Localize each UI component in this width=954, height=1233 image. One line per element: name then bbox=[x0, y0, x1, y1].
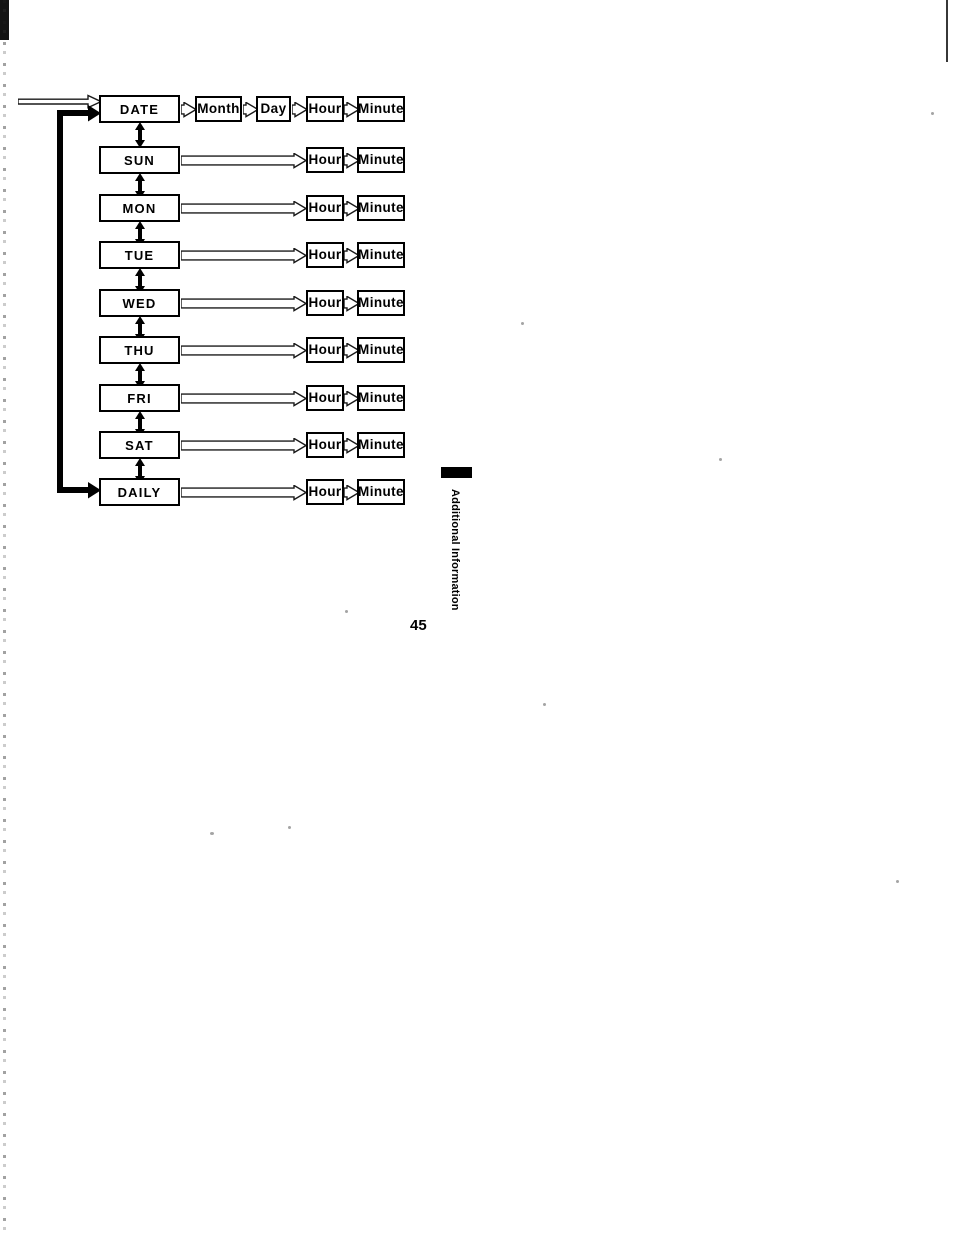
node-field-minute-fri[interactable]: Minute bbox=[357, 385, 405, 411]
node-field-hour-wed[interactable]: Hour bbox=[306, 290, 344, 316]
connector-wed-to-hour bbox=[181, 296, 307, 312]
node-field-minute-sat[interactable]: Minute bbox=[357, 432, 405, 458]
connector-fri-to-hour bbox=[181, 391, 307, 407]
node-field-minute-sun[interactable]: Minute bbox=[357, 147, 405, 173]
timer-setting-flowchart: DATE Month Day Hour Minute SUN Hour Minu… bbox=[0, 0, 954, 1233]
node-field-hour-sun[interactable]: Hour bbox=[306, 147, 344, 173]
connector-thu-to-hour bbox=[181, 343, 307, 359]
node-field-minute-daily[interactable]: Minute bbox=[357, 479, 405, 505]
node-field-day[interactable]: Day bbox=[256, 96, 291, 122]
node-mode-thu[interactable]: THU bbox=[99, 336, 180, 364]
node-field-minute-thu[interactable]: Minute bbox=[357, 337, 405, 363]
section-tab-label: Additional Information bbox=[449, 489, 461, 611]
node-field-minute-mon[interactable]: Minute bbox=[357, 195, 405, 221]
node-field-hour-mon[interactable]: Hour bbox=[306, 195, 344, 221]
node-field-hour-tue[interactable]: Hour bbox=[306, 242, 344, 268]
vertical-double-arrow-date-sun bbox=[135, 122, 145, 148]
node-mode-fri[interactable]: FRI bbox=[99, 384, 180, 412]
feedback-loop-bottom-horizontal bbox=[57, 487, 91, 493]
node-field-hour-daily[interactable]: Hour bbox=[306, 479, 344, 505]
node-mode-tue[interactable]: TUE bbox=[99, 241, 180, 269]
node-mode-wed[interactable]: WED bbox=[99, 289, 180, 317]
feedback-loop-top-horizontal bbox=[57, 110, 91, 116]
node-field-hour-fri[interactable]: Hour bbox=[306, 385, 344, 411]
section-tab-bar bbox=[441, 467, 472, 478]
connector-mon-to-hour bbox=[181, 201, 307, 217]
node-field-hour-sat[interactable]: Hour bbox=[306, 432, 344, 458]
node-field-minute-wed[interactable]: Minute bbox=[357, 290, 405, 316]
feedback-loop-vertical bbox=[57, 110, 63, 493]
node-mode-date[interactable]: DATE bbox=[99, 95, 180, 123]
node-mode-mon[interactable]: MON bbox=[99, 194, 180, 222]
connector-tue-to-hour bbox=[181, 248, 307, 264]
connector-sat-to-hour bbox=[181, 438, 307, 454]
node-field-hour-thu[interactable]: Hour bbox=[306, 337, 344, 363]
connector-daily-to-hour bbox=[181, 485, 307, 501]
connector-sun-to-hour bbox=[181, 153, 307, 169]
node-mode-sat[interactable]: SAT bbox=[99, 431, 180, 459]
node-field-minute-tue[interactable]: Minute bbox=[357, 242, 405, 268]
node-field-month[interactable]: Month bbox=[195, 96, 242, 122]
node-mode-sun[interactable]: SUN bbox=[99, 146, 180, 174]
scanned-manual-page: DATE Month Day Hour Minute SUN Hour Minu… bbox=[0, 0, 954, 1233]
node-field-minute-date[interactable]: Minute bbox=[357, 96, 405, 122]
node-field-hour-date[interactable]: Hour bbox=[306, 96, 344, 122]
page-number: 45 bbox=[410, 617, 427, 634]
node-mode-daily[interactable]: DAILY bbox=[99, 478, 180, 506]
